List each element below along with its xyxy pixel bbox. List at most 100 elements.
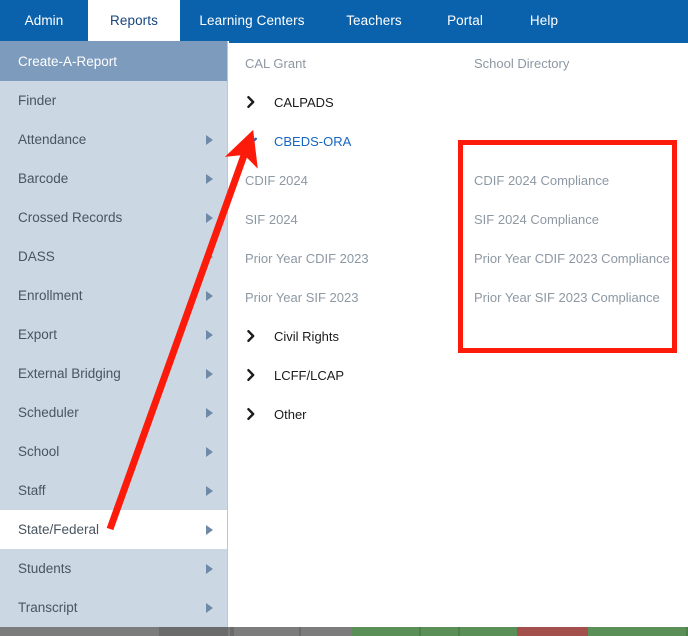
sidebar-item-label: Finder bbox=[18, 93, 57, 108]
report-item-label: Prior Year SIF 2023 Compliance bbox=[474, 289, 660, 305]
report-item-prior-year-cdif-2023-compliance[interactable]: Prior Year CDIF 2023 Compliance bbox=[458, 245, 688, 271]
report-category-label: CAL Grant bbox=[245, 55, 306, 71]
sidebar-item-label: Export bbox=[18, 327, 58, 342]
chevron-right-icon bbox=[206, 563, 213, 574]
report-item-label: School Directory bbox=[474, 55, 570, 71]
chevron-right-icon bbox=[206, 524, 213, 535]
report-item-prior-year-sif-2023-compliance[interactable]: Prior Year SIF 2023 Compliance bbox=[458, 284, 688, 310]
chevron-right-icon bbox=[206, 134, 213, 145]
sidebar-item-label: Crossed Records bbox=[18, 210, 123, 225]
report-category-column: CAL Grant CALPADS CBEDS-ORA CDIF 2024 SIF 20… bbox=[229, 43, 458, 627]
sidebar-item-label: Transcript bbox=[18, 600, 78, 615]
sidebar-menu-list: Finder Attendance Barcode Crossed Records DA… bbox=[0, 81, 227, 627]
report-category-cal-grant[interactable]: CAL Grant bbox=[229, 50, 458, 76]
bottom-strip-segment bbox=[459, 627, 517, 636]
report-item-label: Prior Year CDIF 2023 Compliance bbox=[474, 250, 670, 266]
report-category-prior-year-sif-2023[interactable]: Prior Year SIF 2023 bbox=[229, 284, 458, 310]
sidebar-header-create-a-report: Create-A-Report bbox=[0, 41, 227, 81]
report-category-cdif-2024[interactable]: CDIF 2024 bbox=[229, 167, 458, 193]
bottom-strip-segment bbox=[159, 627, 229, 636]
sidebar-item-enrollment[interactable]: Enrollment bbox=[0, 276, 227, 315]
bottom-strip-segment bbox=[420, 627, 459, 636]
sidebar-item-transcript[interactable]: Transcript bbox=[0, 588, 227, 627]
sidebar-item-label: Students bbox=[18, 561, 72, 576]
nav-tab-label: Learning Centers bbox=[199, 13, 305, 28]
top-navigation-bar: Admin Reports Learning Centers Teachers Port… bbox=[0, 0, 688, 41]
report-item-label: CDIF 2024 Compliance bbox=[474, 172, 610, 188]
nav-tab-learning-centers[interactable]: Learning Centers bbox=[180, 0, 324, 41]
report-category-sif-2024[interactable]: SIF 2024 bbox=[229, 206, 458, 232]
sidebar-item-scheduler[interactable]: Scheduler bbox=[0, 393, 227, 432]
sidebar-item-attendance[interactable]: Attendance bbox=[0, 120, 227, 159]
report-category-label: SIF 2024 bbox=[245, 211, 298, 227]
sidebar-item-label: State/Federal bbox=[18, 522, 100, 537]
sidebar-item-label: School bbox=[18, 444, 60, 459]
sidebar-item-label: DASS bbox=[18, 249, 55, 264]
report-category-label: Prior Year SIF 2023 bbox=[245, 289, 359, 305]
nav-tab-reports[interactable]: Reports bbox=[88, 0, 180, 41]
report-category-prior-year-cdif-2023[interactable]: Prior Year CDIF 2023 bbox=[229, 245, 458, 271]
chevron-right-icon bbox=[206, 602, 213, 613]
sidebar-header-label: Create-A-Report bbox=[18, 53, 118, 69]
chevron-right-icon bbox=[206, 368, 213, 379]
bottom-chrome-strip bbox=[0, 627, 688, 636]
bottom-strip-segment bbox=[300, 627, 352, 636]
chevron-right-icon bbox=[206, 329, 213, 340]
content-panel: CAL Grant CALPADS CBEDS-ORA CDIF 2024 SIF 20… bbox=[229, 41, 688, 627]
top-navigation-tabs: Admin Reports Learning Centers Teachers Port… bbox=[0, 0, 688, 41]
nav-tab-label: Admin bbox=[24, 13, 64, 28]
report-item-school-directory[interactable]: School Directory bbox=[458, 50, 688, 76]
bottom-strip-segment bbox=[351, 627, 419, 636]
sidebar-item-crossed-records[interactable]: Crossed Records bbox=[0, 198, 227, 237]
sidebar-item-school[interactable]: School bbox=[0, 432, 227, 471]
report-category-label: CDIF 2024 bbox=[245, 172, 308, 188]
sidebar-item-students[interactable]: Students bbox=[0, 549, 227, 588]
report-category-civil-rights[interactable]: Civil Rights bbox=[229, 323, 458, 349]
report-category-other[interactable]: Other bbox=[229, 401, 458, 427]
report-category-calpads[interactable]: CALPADS bbox=[229, 89, 458, 115]
sidebar-item-dass[interactable]: DASS bbox=[0, 237, 227, 276]
chevron-right-icon bbox=[206, 173, 213, 184]
chevron-right-icon bbox=[206, 251, 213, 262]
bottom-strip-segment bbox=[516, 627, 588, 636]
sidebar-item-export[interactable]: Export bbox=[0, 315, 227, 354]
nav-tab-label: Help bbox=[529, 13, 559, 28]
bottom-strip-segment bbox=[233, 627, 299, 636]
report-category-cbeds-ora[interactable]: CBEDS-ORA bbox=[229, 128, 458, 154]
sidebar-item-label: External Bridging bbox=[18, 366, 121, 381]
nav-tab-portal[interactable]: Portal bbox=[424, 0, 506, 41]
report-item-sif-2024-compliance[interactable]: SIF 2024 Compliance bbox=[458, 206, 688, 232]
chevron-down-icon[interactable] bbox=[244, 134, 258, 148]
sidebar-item-barcode[interactable]: Barcode bbox=[0, 159, 227, 198]
sidebar-item-external-bridging[interactable]: External Bridging bbox=[0, 354, 227, 393]
chevron-right-icon bbox=[206, 212, 213, 223]
sidebar: Create-A-Report Finder Attendance Barcode C… bbox=[0, 41, 228, 627]
chevron-right-icon[interactable] bbox=[244, 368, 258, 382]
report-item-cdif-2024-compliance[interactable]: CDIF 2024 Compliance bbox=[458, 167, 688, 193]
chevron-right-icon[interactable] bbox=[244, 329, 258, 343]
chevron-right-icon bbox=[206, 446, 213, 457]
sidebar-item-label: Attendance bbox=[18, 132, 87, 147]
sidebar-item-label: Scheduler bbox=[18, 405, 79, 420]
chevron-right-icon[interactable] bbox=[244, 407, 258, 421]
nav-tab-label: Reports bbox=[110, 13, 158, 28]
sidebar-item-label: Enrollment bbox=[18, 288, 83, 303]
nav-tab-admin[interactable]: Admin bbox=[0, 0, 88, 41]
app-root: Admin Reports Learning Centers Teachers Port… bbox=[0, 0, 688, 636]
sidebar-item-staff[interactable]: Staff bbox=[0, 471, 227, 510]
chevron-right-icon bbox=[206, 485, 213, 496]
sidebar-item-state-federal[interactable]: State/Federal bbox=[0, 510, 227, 549]
nav-tab-label: Teachers bbox=[346, 13, 402, 28]
sidebar-item-label: Barcode bbox=[18, 171, 69, 186]
chevron-right-icon bbox=[206, 290, 213, 301]
chevron-right-icon bbox=[206, 407, 213, 418]
report-category-lcff-lcap[interactable]: LCFF/LCAP bbox=[229, 362, 458, 388]
report-item-column: School Directory CDIF 2024 Compliance SIF … bbox=[458, 43, 688, 627]
nav-tab-teachers[interactable]: Teachers bbox=[324, 0, 424, 41]
sidebar-item-finder[interactable]: Finder bbox=[0, 81, 227, 120]
report-item-label: SIF 2024 Compliance bbox=[474, 211, 600, 227]
chevron-right-icon[interactable] bbox=[244, 95, 258, 109]
nav-tab-help[interactable]: Help bbox=[506, 0, 582, 41]
bottom-strip-segment bbox=[0, 627, 160, 636]
nav-tab-label: Portal bbox=[447, 13, 483, 28]
